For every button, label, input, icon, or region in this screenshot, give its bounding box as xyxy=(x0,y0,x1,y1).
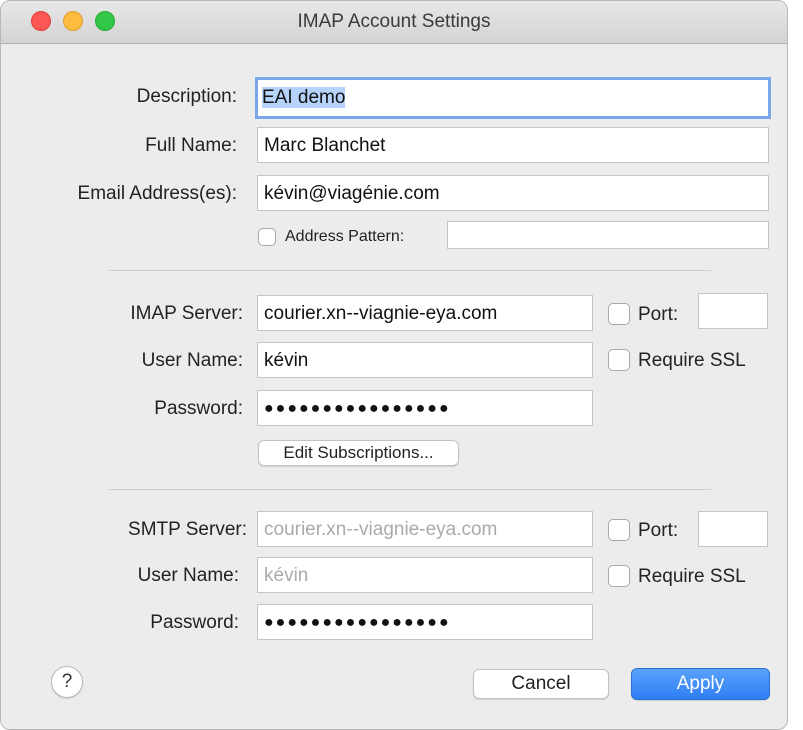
smtp-port-checkbox[interactable] xyxy=(608,519,630,541)
imap-require-ssl-label: Require SSL xyxy=(638,350,746,371)
description-field[interactable]: EAI demo xyxy=(255,77,771,119)
smtp-port-label: Port: xyxy=(638,520,679,541)
window-title: IMAP Account Settings xyxy=(297,11,491,32)
smtp-server-label: SMTP Server: xyxy=(128,519,247,540)
full-name-label: Full Name: xyxy=(145,135,237,156)
apply-button[interactable]: Apply xyxy=(631,668,770,700)
smtp-require-ssl-label: Require SSL xyxy=(638,566,746,587)
smtp-port-field[interactable] xyxy=(698,511,768,547)
email-label: Email Address(es): xyxy=(77,183,237,204)
imap-user-name-field[interactable]: kévin xyxy=(257,342,593,378)
address-pattern-label: Address Pattern: xyxy=(285,228,405,245)
title-bar: IMAP Account Settings xyxy=(1,1,787,44)
imap-settings-window: IMAP Account Settings Description: EAI d… xyxy=(0,0,788,730)
imap-port-field[interactable] xyxy=(698,293,768,329)
smtp-password-field[interactable]: ●●●●●●●●●●●●●●●● xyxy=(257,604,593,640)
separator-1 xyxy=(109,270,711,271)
imap-port-label: Port: xyxy=(638,304,679,325)
imap-port-checkbox[interactable] xyxy=(608,303,630,325)
address-pattern-checkbox[interactable] xyxy=(258,228,276,246)
edit-subscriptions-button[interactable]: Edit Subscriptions... xyxy=(258,440,459,466)
imap-server-label: IMAP Server: xyxy=(130,303,243,324)
smtp-require-ssl-checkbox[interactable] xyxy=(608,565,630,587)
imap-password-field[interactable]: ●●●●●●●●●●●●●●●● xyxy=(257,390,593,426)
smtp-user-name-field[interactable]: kévin xyxy=(257,557,593,593)
help-icon[interactable]: ? xyxy=(51,666,83,698)
description-label: Description: xyxy=(136,86,237,107)
imap-server-field[interactable]: courier.xn--viagnie-eya.com xyxy=(257,295,593,331)
email-field[interactable]: kévin@viagénie.com xyxy=(257,175,769,211)
address-pattern-field[interactable] xyxy=(447,221,769,249)
separator-2 xyxy=(109,489,711,490)
smtp-server-field[interactable]: courier.xn--viagnie-eya.com xyxy=(257,511,593,547)
description-value: EAI demo xyxy=(262,87,346,108)
cancel-button[interactable]: Cancel xyxy=(473,669,609,699)
full-name-field[interactable]: Marc Blanchet xyxy=(257,127,769,163)
smtp-user-name-label: User Name: xyxy=(137,565,239,586)
imap-require-ssl-checkbox[interactable] xyxy=(608,349,630,371)
imap-password-label: Password: xyxy=(154,398,243,419)
imap-user-name-label: User Name: xyxy=(141,350,243,371)
smtp-password-label: Password: xyxy=(150,612,239,633)
